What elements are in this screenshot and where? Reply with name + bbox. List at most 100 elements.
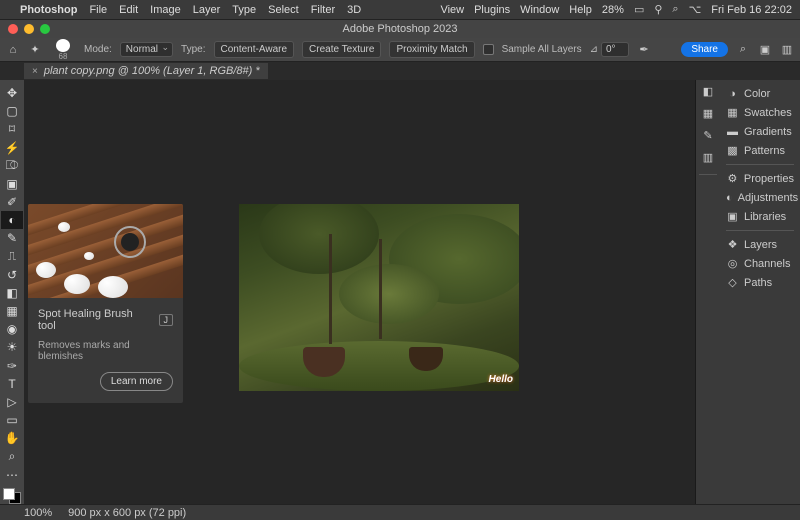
- swatches-icon: ▦: [726, 106, 739, 119]
- paths-icon: ◇: [726, 276, 739, 289]
- heal-cursor-icon: [114, 226, 146, 258]
- help-menu[interactable]: Help: [569, 4, 592, 16]
- panel-adjustments[interactable]: ◐Adjustments: [726, 188, 794, 207]
- pen-tool[interactable]: ✑: [1, 357, 23, 375]
- share-button[interactable]: Share: [681, 42, 728, 57]
- panel-paths[interactable]: ◇Paths: [726, 273, 794, 292]
- control-center-icon[interactable]: ⌥: [689, 3, 702, 16]
- type-menu[interactable]: Type: [232, 4, 256, 16]
- gradient-tool[interactable]: ▦: [1, 302, 23, 320]
- close-window[interactable]: [8, 24, 18, 34]
- app-menu[interactable]: Photoshop: [20, 4, 77, 16]
- panel-gradients[interactable]: ▬Gradients: [726, 122, 794, 141]
- right-panels: ◑Color ▦Swatches ▬Gradients ▩Patterns ⚙P…: [720, 80, 800, 504]
- layer-menu[interactable]: Layer: [193, 4, 221, 16]
- text-tool[interactable]: T: [1, 375, 23, 393]
- search-tool-icon[interactable]: ⌕: [736, 43, 750, 57]
- tool-tooltip-card: Spot Healing Brush tool J Removes marks …: [28, 204, 183, 403]
- channels-icon: ◎: [726, 257, 739, 270]
- spot-heal-tool[interactable]: ◐: [1, 211, 23, 229]
- lasso-tool[interactable]: ⌑: [1, 120, 23, 138]
- libraries-icon: ▣: [726, 210, 739, 223]
- angle-icon: ⊿: [590, 44, 598, 55]
- brush-preview[interactable]: 68: [50, 39, 76, 61]
- proximity-match-button[interactable]: Proximity Match: [389, 41, 474, 58]
- edit-toolbar[interactable]: ⋯: [1, 466, 23, 484]
- content-aware-button[interactable]: Content-Aware: [214, 41, 295, 58]
- angle-input[interactable]: [601, 42, 629, 57]
- frame-tool[interactable]: ▣: [1, 175, 23, 193]
- plugins-menu[interactable]: Plugins: [474, 4, 510, 16]
- tooltip-preview-image: [28, 204, 183, 298]
- workspace-icon[interactable]: ▣: [758, 43, 772, 57]
- zoom-level[interactable]: 100%: [24, 507, 52, 519]
- arrange-icon[interactable]: ▥: [780, 43, 794, 57]
- doc-dimensions[interactable]: 900 px x 600 px (72 ppi): [68, 507, 186, 519]
- image-watermark: Hello: [489, 374, 513, 385]
- maximize-window[interactable]: [40, 24, 50, 34]
- move-tool[interactable]: ✥: [1, 84, 23, 102]
- brush-tool[interactable]: ✎: [1, 229, 23, 247]
- 3d-menu[interactable]: 3D: [347, 4, 361, 16]
- mode-select[interactable]: Normal: [120, 42, 173, 57]
- sample-all-layers-checkbox[interactable]: [483, 44, 494, 55]
- window-menu[interactable]: Window: [520, 4, 559, 16]
- document-tab-bar: × plant copy.png @ 100% (Layer 1, RGB/8#…: [0, 62, 800, 80]
- document-tab-label: plant copy.png @ 100% (Layer 1, RGB/8#) …: [44, 65, 260, 77]
- hand-tool[interactable]: ✋: [1, 429, 23, 447]
- document-tab[interactable]: × plant copy.png @ 100% (Layer 1, RGB/8#…: [24, 63, 268, 79]
- crop-tool[interactable]: ⎄: [1, 157, 23, 175]
- fg-bg-color[interactable]: [3, 488, 21, 504]
- minimize-window[interactable]: [24, 24, 34, 34]
- sample-all-layers-label: Sample All Layers: [502, 44, 582, 55]
- path-tool[interactable]: ▷: [1, 393, 23, 411]
- panel-rail: ◧ ▦ ✎ ▥: [696, 80, 720, 504]
- macos-menubar: Photoshop File Edit Image Layer Type Sel…: [0, 0, 800, 20]
- rail-color-icon[interactable]: ◧: [701, 84, 715, 98]
- rail-brush-icon[interactable]: ✎: [701, 128, 715, 142]
- window-title: Adobe Photoshop 2023: [343, 23, 458, 35]
- clock: Fri Feb 16 22:02: [711, 4, 792, 16]
- panel-properties[interactable]: ⚙Properties: [726, 169, 794, 188]
- tooltip-title: Spot Healing Brush tool: [38, 308, 154, 332]
- edit-menu[interactable]: Edit: [119, 4, 138, 16]
- history-brush-tool[interactable]: ↺: [1, 266, 23, 284]
- blur-tool[interactable]: ◉: [1, 320, 23, 338]
- select-menu[interactable]: Select: [268, 4, 299, 16]
- image-menu[interactable]: Image: [150, 4, 181, 16]
- tool-preset-icon[interactable]: ✦: [28, 43, 42, 57]
- canvas-area[interactable]: Spot Healing Brush tool J Removes marks …: [24, 80, 696, 504]
- eraser-tool[interactable]: ◧: [1, 284, 23, 302]
- panel-patterns[interactable]: ▩Patterns: [726, 141, 794, 160]
- panel-libraries[interactable]: ▣Libraries: [726, 207, 794, 226]
- panel-channels[interactable]: ◎Channels: [726, 254, 794, 273]
- panel-swatches[interactable]: ▦Swatches: [726, 103, 794, 122]
- home-icon[interactable]: ⌂: [6, 43, 20, 57]
- shape-tool[interactable]: ▭: [1, 411, 23, 429]
- rail-patterns-icon[interactable]: ▥: [701, 150, 715, 164]
- properties-icon: ⚙: [726, 172, 739, 185]
- wifi-icon[interactable]: ⚲: [654, 3, 662, 16]
- view-menu[interactable]: View: [440, 4, 464, 16]
- dodge-tool[interactable]: ☀: [1, 338, 23, 356]
- adjustments-icon: ◐: [726, 191, 733, 204]
- create-texture-button[interactable]: Create Texture: [302, 41, 381, 58]
- eyedropper-tool[interactable]: ✐: [1, 193, 23, 211]
- rail-swatches-icon[interactable]: ▦: [701, 106, 715, 120]
- layers-icon: ❖: [726, 238, 739, 251]
- document-image[interactable]: Hello: [239, 204, 519, 391]
- panel-layers[interactable]: ❖Layers: [726, 235, 794, 254]
- search-icon[interactable]: ⌕: [672, 3, 678, 16]
- pressure-icon[interactable]: ✒: [637, 43, 651, 57]
- file-menu[interactable]: File: [89, 4, 107, 16]
- window-titlebar: Adobe Photoshop 2023: [0, 20, 800, 38]
- zoom-tool[interactable]: ⌕: [1, 447, 23, 465]
- filter-menu[interactable]: Filter: [311, 4, 335, 16]
- learn-more-button[interactable]: Learn more: [100, 372, 173, 391]
- close-tab-icon[interactable]: ×: [32, 66, 38, 77]
- panel-color[interactable]: ◑Color: [726, 84, 794, 103]
- patterns-icon: ▩: [726, 144, 739, 157]
- wand-tool[interactable]: ⚡: [1, 139, 23, 157]
- marquee-tool[interactable]: ▢: [1, 102, 23, 120]
- stamp-tool[interactable]: ⎍: [1, 248, 23, 266]
